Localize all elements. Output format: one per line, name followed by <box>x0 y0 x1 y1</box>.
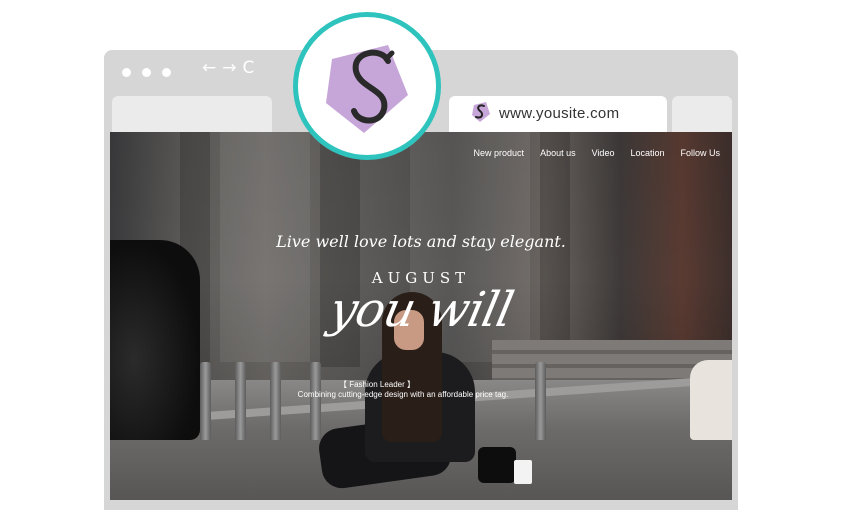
forward-arrow-icon[interactable]: → <box>222 58 238 78</box>
logo-icon <box>326 45 408 133</box>
bollard <box>235 362 246 440</box>
logo-badge <box>293 12 441 160</box>
coffee-cup <box>514 460 532 484</box>
window-dot-maximize[interactable] <box>162 68 171 77</box>
nav-about-us[interactable]: About us <box>540 148 576 158</box>
favicon-icon <box>472 102 490 122</box>
bollard <box>535 362 546 440</box>
handbag <box>478 447 516 483</box>
hero-tagline: Live well love lots and stay elegant. <box>276 232 566 251</box>
caption-title-text: 【 Fashion Leader 】 <box>338 380 416 389</box>
window-controls <box>122 64 182 82</box>
window-dot-minimize[interactable] <box>142 68 151 77</box>
bollard <box>200 362 211 440</box>
browser-tab-1[interactable] <box>112 96 272 132</box>
browser-tab-active[interactable]: www.yousite.com <box>449 96 667 132</box>
nav-video[interactable]: Video <box>592 148 615 158</box>
window-dot-close[interactable] <box>122 68 131 77</box>
reload-icon[interactable]: C <box>243 58 257 78</box>
site-navigation: New product About us Video Location Foll… <box>458 148 720 158</box>
nav-follow-us[interactable]: Follow Us <box>680 148 720 158</box>
nav-new-product[interactable]: New product <box>474 148 525 158</box>
caption-title: 【 Fashion Leader 】 <box>110 379 732 390</box>
back-arrow-icon[interactable]: ← <box>202 58 218 78</box>
hero-script-title: you will <box>324 282 518 338</box>
browser-tab-3[interactable] <box>672 96 732 132</box>
hero-section: New product About us Video Location Foll… <box>110 132 732 500</box>
nav-location[interactable]: Location <box>630 148 664 158</box>
bollard <box>270 362 281 440</box>
caption-body-text: Combining cutting-edge design with an af… <box>297 390 509 399</box>
caption-text: Combining cutting-edge design with an af… <box>110 390 732 399</box>
bollard <box>310 362 321 440</box>
address-bar-url[interactable]: www.yousite.com <box>499 105 619 122</box>
browser-nav: ← → C <box>202 58 260 78</box>
stone-planter <box>690 360 732 440</box>
